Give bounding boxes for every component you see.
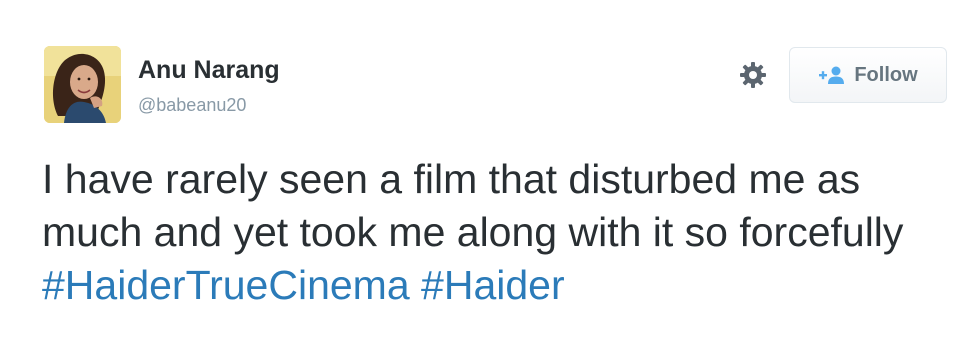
profile-photo-icon xyxy=(44,46,121,123)
gear-icon[interactable] xyxy=(738,60,768,90)
user-handle[interactable]: @babeanu20 xyxy=(138,96,246,114)
hashtag-link[interactable]: #HaiderTrueCinema xyxy=(42,262,410,308)
follow-button[interactable]: Follow xyxy=(789,47,947,103)
tweet-card: Anu Narang @babeanu20 Follow I have rare… xyxy=(0,0,976,355)
hashtag-link[interactable]: #Haider xyxy=(421,262,565,308)
tweet-text: I have rarely seen a film that disturbed… xyxy=(42,153,942,312)
follow-label: Follow xyxy=(854,63,918,86)
avatar[interactable] xyxy=(44,46,121,123)
add-user-icon xyxy=(819,66,845,84)
tweet-body: I have rarely seen a film that disturbed… xyxy=(42,156,904,255)
user-name[interactable]: Anu Narang xyxy=(138,58,280,83)
